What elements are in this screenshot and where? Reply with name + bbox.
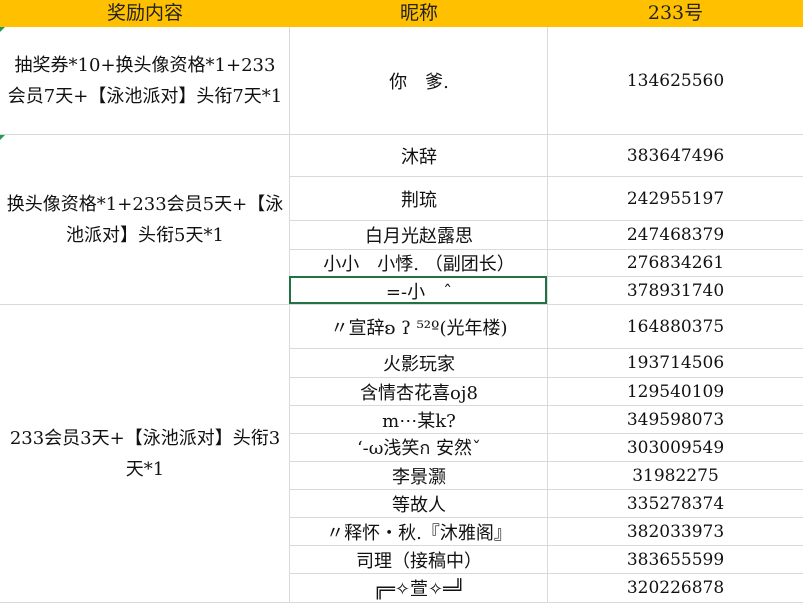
selected-cell-border bbox=[289, 276, 547, 304]
nickname-cell[interactable]: 李景灏 bbox=[290, 462, 548, 489]
uid-cell[interactable]: 164880375 bbox=[548, 305, 803, 348]
uid-cell[interactable]: 31982275 bbox=[548, 462, 803, 489]
header-nickname[interactable]: 昵称 bbox=[290, 0, 548, 27]
spreadsheet: 奖励内容 昵称 233号 抽奖券*10+换头像资格*1+233会员7天+【泳池派… bbox=[0, 0, 803, 603]
nickname-cell[interactable]: 你 爹. bbox=[290, 27, 548, 134]
reward-cell-3[interactable]: 233会员3天+【泳池派对】头衔3天*1 bbox=[0, 305, 290, 602]
nickname-cell[interactable]: ‘-ω浅笑ก 安然ˇ bbox=[290, 434, 548, 461]
uid-cell[interactable]: 320226878 bbox=[548, 574, 803, 602]
nickname-cell[interactable]: 司理（接稿中） bbox=[290, 546, 548, 573]
uid-cell[interactable]: 242955197 bbox=[548, 177, 803, 220]
uid-cell[interactable]: 383655599 bbox=[548, 546, 803, 573]
uid-cell[interactable]: 378931740 bbox=[548, 277, 803, 304]
uid-cell[interactable]: 349598073 bbox=[548, 406, 803, 433]
uid-cell[interactable]: 382033973 bbox=[548, 518, 803, 545]
reward-cell-2[interactable]: 换头像资格*1+233会员5天+【泳池派对】头衔5天*1 bbox=[0, 135, 290, 304]
uid-cell[interactable]: 303009549 bbox=[548, 434, 803, 461]
nickname-cell[interactable]: 等故人 bbox=[290, 490, 548, 517]
nickname-cell[interactable]: 沐辞 bbox=[290, 135, 548, 176]
nickname-cell[interactable]: 〃释怀・秋.『沐雅阁』 bbox=[290, 518, 548, 545]
nickname-cell[interactable]: 火影玩家 bbox=[290, 349, 548, 377]
uid-cell[interactable]: 129540109 bbox=[548, 378, 803, 405]
uid-cell[interactable]: 134625560 bbox=[548, 27, 803, 134]
header-uid[interactable]: 233号 bbox=[548, 0, 803, 27]
nickname-cell[interactable]: 〃宣辞ʚ ʔ ⁵²º(光年楼) bbox=[290, 305, 548, 348]
uid-cell[interactable]: 383647496 bbox=[548, 135, 803, 176]
reward-cell-1[interactable]: 抽奖券*10+换头像资格*1+233会员7天+【泳池派对】头衔7天*1 bbox=[0, 27, 290, 134]
uid-cell[interactable]: 276834261 bbox=[548, 250, 803, 276]
nickname-cell[interactable]: 小小 小悸. （副团长） bbox=[290, 250, 548, 276]
uid-cell[interactable]: 335278374 bbox=[548, 490, 803, 517]
nickname-cell[interactable]: 白月光赵露思 bbox=[290, 221, 548, 249]
uid-cell[interactable]: 193714506 bbox=[548, 349, 803, 377]
nickname-cell[interactable]: ╔═✧萱✧═╝ bbox=[290, 574, 548, 602]
nickname-cell[interactable]: 荆琉 bbox=[290, 177, 548, 220]
nickname-cell[interactable]: m⋯某k? bbox=[290, 406, 548, 433]
uid-cell[interactable]: 247468379 bbox=[548, 221, 803, 249]
nickname-cell[interactable]: 含情杏花喜oj8 bbox=[290, 378, 548, 405]
header-reward[interactable]: 奖励内容 bbox=[0, 0, 290, 27]
header-row: 奖励内容 昵称 233号 bbox=[0, 0, 803, 27]
